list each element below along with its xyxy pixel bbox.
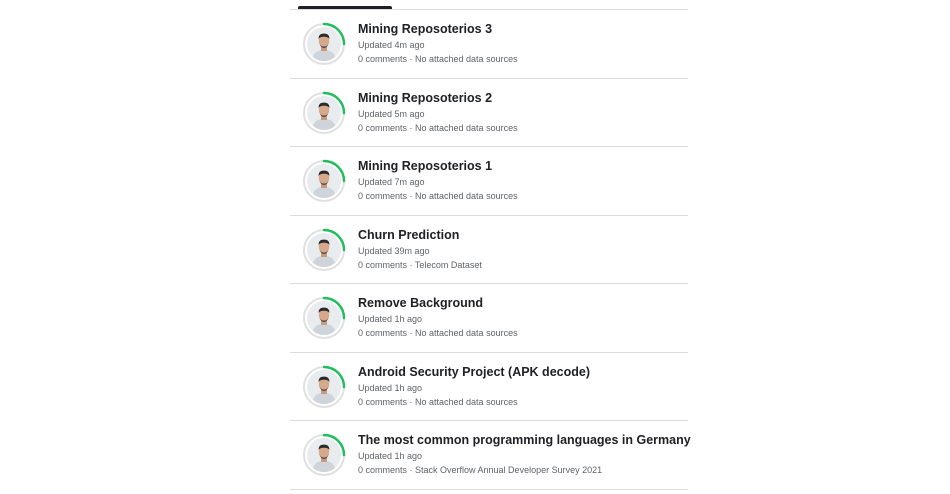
notebook-meta: Mining Reposoterios 3 Updated 4m ago 0 c…: [358, 21, 688, 66]
notebook-item[interactable]: Churn Prediction Updated 39m ago 0 comme…: [290, 216, 688, 284]
notebook-meta: Android Security Project (APK decode) Up…: [358, 364, 688, 409]
avatar[interactable]: [302, 159, 346, 203]
notebook-updated: Updated 7m ago: [358, 177, 425, 187]
notebook-title[interactable]: Android Security Project (APK decode): [358, 364, 688, 380]
notebook-updated: Updated 1h ago: [358, 382, 423, 393]
notebook-item[interactable]: The most common programming languages in…: [290, 421, 691, 490]
avatar[interactable]: [302, 91, 346, 135]
notebook-updated: Updated 1h ago: [358, 451, 423, 461]
notebook-meta: Remove Background Updated 1h ago 0 comme…: [358, 295, 688, 340]
avatar[interactable]: [302, 22, 346, 66]
notebook-details: 0 comments · No attached data sources: [358, 328, 518, 338]
notebook-updated: Updated 39m ago: [358, 245, 430, 256]
profile-photo: [307, 27, 341, 61]
notebook-title[interactable]: Mining Reposoterios 1: [358, 158, 688, 174]
notebook-item[interactable]: Remove Background Updated 1h ago 0 comme…: [290, 284, 688, 353]
notebook-title[interactable]: Churn Prediction: [358, 227, 688, 243]
notebook-details: 0 comments · Telecom Dataset: [358, 259, 482, 270]
notebook-meta: Churn Prediction Updated 39m ago 0 comme…: [358, 227, 688, 272]
avatar[interactable]: [302, 296, 346, 340]
avatar[interactable]: [302, 433, 346, 477]
profile-photo: [307, 438, 341, 472]
notebook-title[interactable]: Mining Reposoterios 2: [358, 90, 688, 106]
notebook-updated: Updated 1h ago: [358, 314, 423, 324]
notebook-meta: The most common programming languages in…: [358, 432, 691, 477]
notebook-title[interactable]: Remove Background: [358, 295, 688, 311]
notebook-details: 0 comments · No attached data sources: [358, 54, 518, 64]
notebook-item[interactable]: Mining Reposoterios 2 Updated 5m ago 0 c…: [290, 79, 688, 147]
notebook-details: 0 comments · No attached data sources: [358, 396, 518, 407]
notebook-details: 0 comments · No attached data sources: [358, 191, 518, 201]
notebook-meta: Mining Reposoterios 2 Updated 5m ago 0 c…: [358, 90, 688, 135]
notebook-item[interactable]: Android Security Project (APK decode) Up…: [290, 353, 688, 421]
notebook-item[interactable]: Mining Reposoterios 1 Updated 7m ago 0 c…: [290, 147, 688, 216]
notebook-title[interactable]: Mining Reposoterios 3: [358, 21, 688, 37]
notebook-updated: Updated 4m ago: [358, 40, 425, 50]
avatar[interactable]: [302, 228, 346, 272]
notebook-updated: Updated 5m ago: [358, 108, 425, 119]
profile-photo: [307, 369, 341, 404]
profile-photo: [307, 164, 341, 198]
notebook-details: 0 comments · Stack Overflow Annual Devel…: [358, 465, 603, 475]
notebook-title[interactable]: The most common programming languages in…: [358, 432, 691, 448]
notebook-item[interactable]: Mining Reposoterios 3 Updated 4m ago 0 c…: [290, 10, 688, 79]
profile-photo: [307, 232, 341, 267]
profile-photo: [307, 301, 341, 335]
profile-photo: [307, 95, 341, 130]
notebook-meta: Mining Reposoterios 1 Updated 7m ago 0 c…: [358, 158, 688, 203]
tab-bar: [290, 0, 688, 10]
notebook-details: 0 comments · No attached data sources: [358, 122, 518, 133]
notebook-list-panel: Mining Reposoterios 3 Updated 4m ago 0 c…: [290, 0, 691, 490]
avatar[interactable]: [302, 365, 346, 409]
active-tab-indicator[interactable]: [298, 6, 392, 9]
